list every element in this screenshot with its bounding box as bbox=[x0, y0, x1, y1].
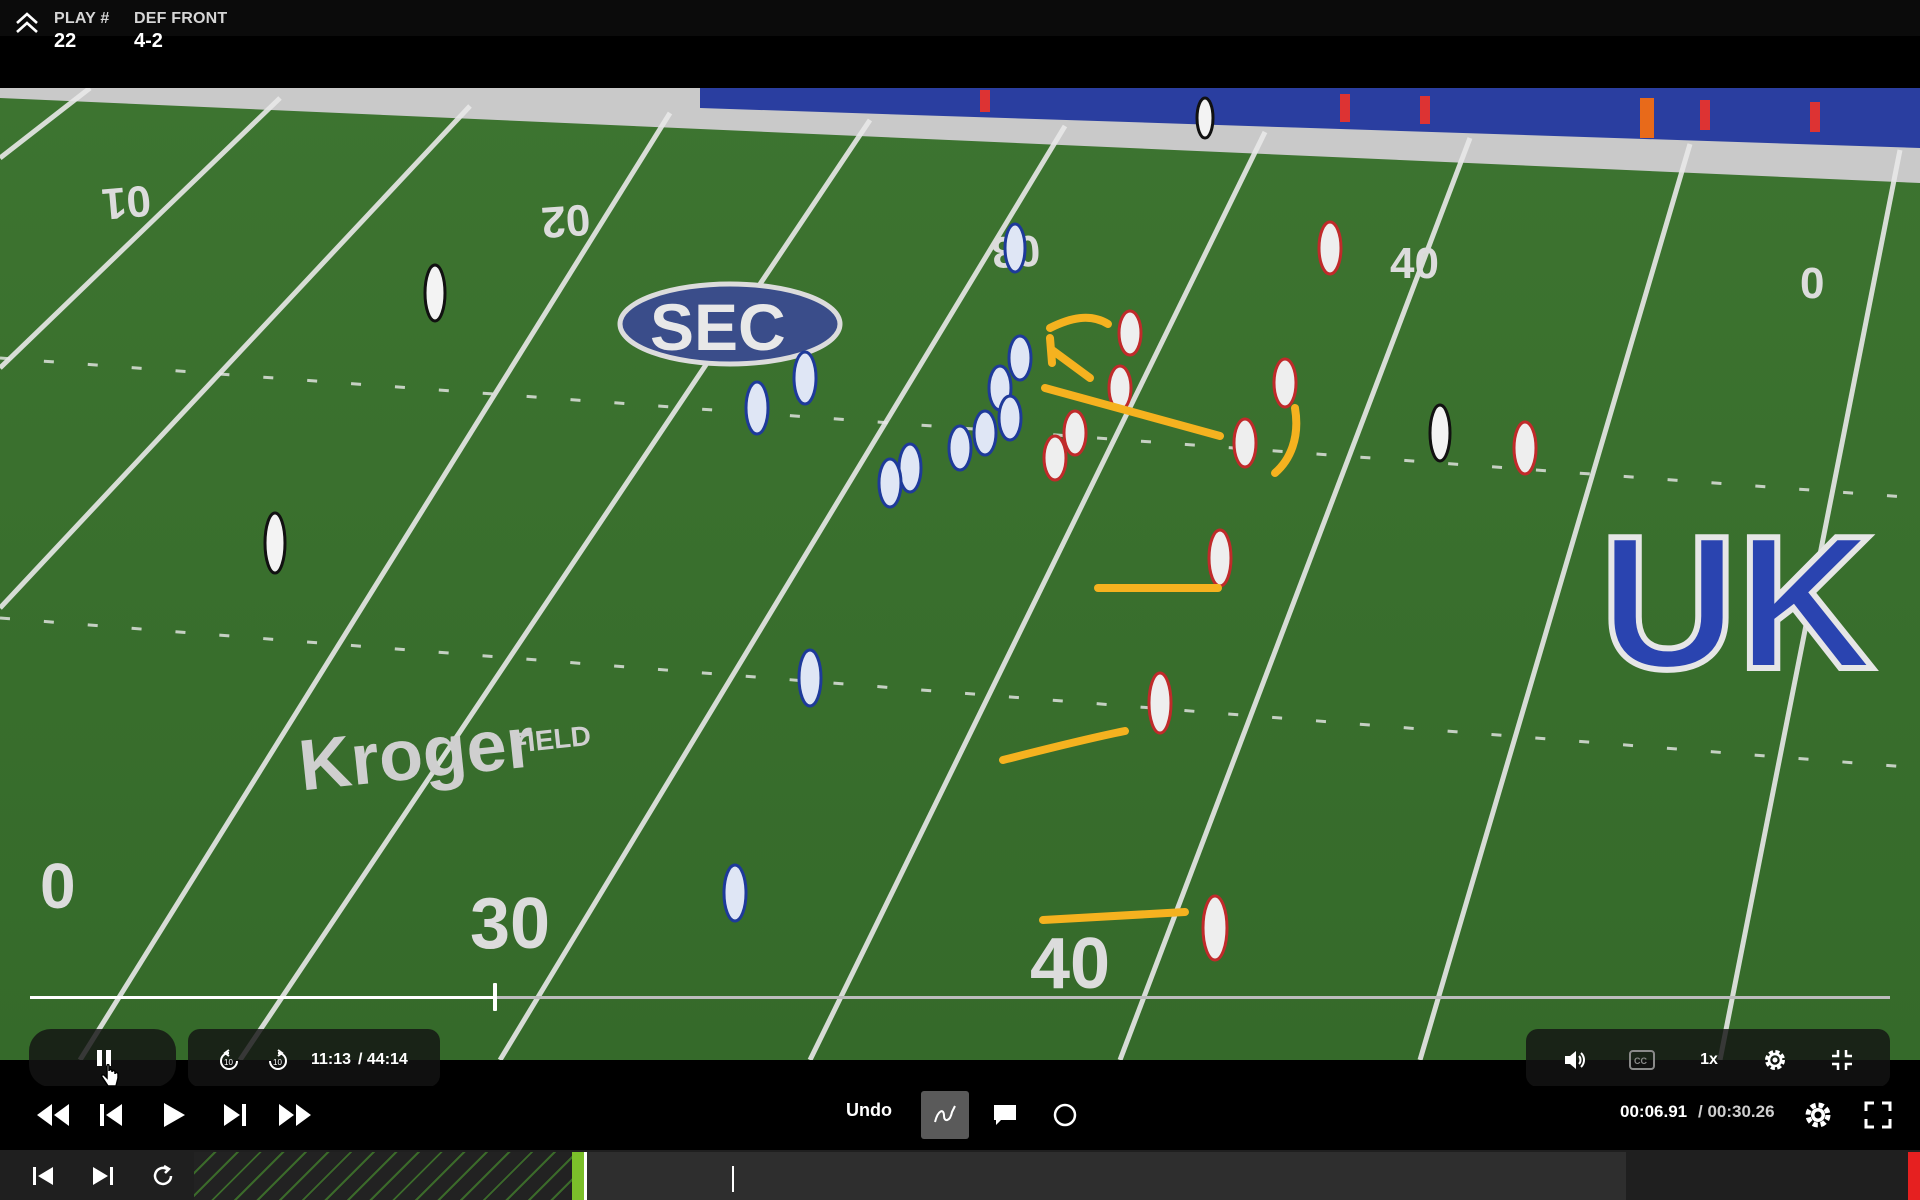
play-icon[interactable] bbox=[158, 1099, 190, 1131]
playback-speed-button[interactable]: 1x bbox=[1694, 1045, 1724, 1075]
svg-text:0: 0 bbox=[1800, 259, 1824, 308]
fullscreen-icon[interactable] bbox=[1861, 1098, 1895, 1132]
clip-total-time: / 00:30.26 bbox=[1698, 1102, 1775, 1121]
svg-text:40: 40 bbox=[1390, 239, 1439, 288]
forward-10-icon[interactable]: 10 bbox=[264, 1047, 292, 1075]
rewind-10-icon[interactable]: 10 bbox=[215, 1047, 243, 1075]
svg-text:30: 30 bbox=[470, 884, 550, 964]
circle-icon[interactable] bbox=[1050, 1100, 1080, 1130]
def-front-value: 4-2 bbox=[134, 30, 163, 52]
video-progress-fill bbox=[30, 996, 495, 999]
svg-text:40: 40 bbox=[1030, 924, 1110, 1004]
fast-forward-icon[interactable] bbox=[276, 1099, 314, 1131]
clip-settings-gear-icon[interactable] bbox=[1801, 1098, 1835, 1132]
rewind-icon[interactable] bbox=[34, 1099, 72, 1131]
closed-captions-icon[interactable]: CC bbox=[1627, 1045, 1657, 1075]
total-time: / 44:14 bbox=[358, 1051, 408, 1068]
undo-button[interactable]: Undo bbox=[846, 1100, 892, 1121]
def-front: DEF FRONT 4-2 bbox=[134, 10, 227, 53]
svg-text:0: 0 bbox=[40, 850, 76, 922]
comment-icon[interactable] bbox=[990, 1100, 1020, 1130]
step-back-icon[interactable] bbox=[96, 1099, 128, 1131]
svg-text:UK: UK bbox=[1600, 497, 1874, 709]
video-progress-bar[interactable] bbox=[30, 983, 1890, 1011]
step-forward-icon[interactable] bbox=[218, 1099, 250, 1131]
play-number-label: PLAY # bbox=[54, 10, 110, 27]
play-number-value: 22 bbox=[54, 30, 77, 52]
top-bar bbox=[0, 0, 1920, 36]
video-frame[interactable]: 01 02 03 40 0 0 30 40 SEC Kroger FIELD U… bbox=[0, 88, 1920, 1060]
football-field-image: 01 02 03 40 0 0 30 40 SEC Kroger FIELD U… bbox=[0, 88, 1920, 1060]
svg-text:01: 01 bbox=[100, 175, 153, 228]
clip-current-time: 00:06.91 bbox=[1620, 1102, 1688, 1121]
video-progress-handle[interactable] bbox=[493, 983, 497, 1011]
gear-icon[interactable] bbox=[1760, 1045, 1790, 1075]
svg-text:10: 10 bbox=[273, 1058, 282, 1067]
svg-text:02: 02 bbox=[540, 195, 592, 247]
svg-text:CC: CC bbox=[1634, 1056, 1647, 1066]
clip-playhead[interactable] bbox=[732, 1166, 734, 1192]
clip-boundary bbox=[584, 1152, 587, 1200]
current-time: 11:13 bbox=[311, 1051, 352, 1068]
double-chevron-up-icon[interactable] bbox=[12, 8, 42, 38]
exit-fullscreen-icon[interactable] bbox=[1827, 1045, 1857, 1075]
clip-timeline-played bbox=[194, 1152, 574, 1200]
volume-icon[interactable] bbox=[1560, 1045, 1590, 1075]
skip-end-icon[interactable] bbox=[88, 1162, 118, 1190]
clip-out-marker[interactable] bbox=[1908, 1152, 1920, 1200]
svg-text:10: 10 bbox=[224, 1058, 233, 1067]
svg-text:SEC: SEC bbox=[650, 290, 786, 364]
skip-start-icon[interactable] bbox=[28, 1162, 58, 1190]
def-front-label: DEF FRONT bbox=[134, 10, 228, 27]
clip-in-marker[interactable] bbox=[572, 1152, 584, 1200]
loop-icon[interactable] bbox=[148, 1162, 178, 1190]
freehand-draw-icon[interactable] bbox=[930, 1100, 960, 1130]
play-number: PLAY # 22 bbox=[54, 10, 109, 53]
